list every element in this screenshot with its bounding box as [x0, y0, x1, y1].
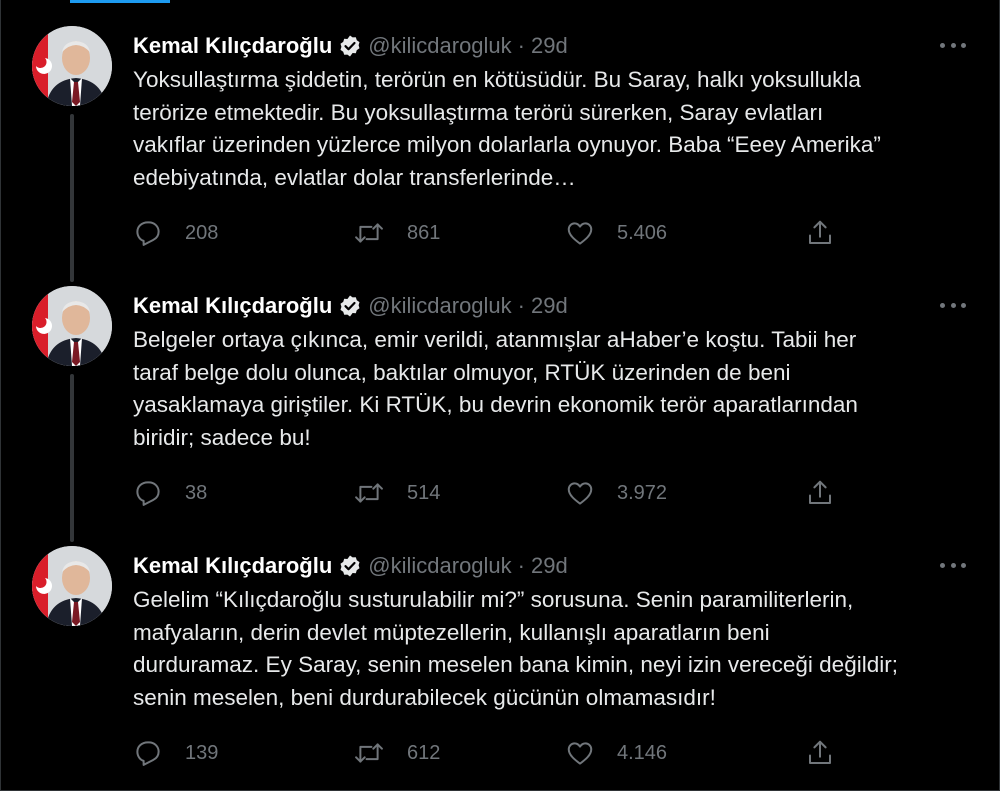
reply-icon	[136, 221, 160, 246]
tweet-header: Kemal Kılıçdaroğlu @kilicdarogluk · 29d	[133, 32, 568, 60]
reply-count: 208	[185, 221, 219, 244]
heart-icon	[567, 222, 593, 245]
tweet-text-line: yasaklamaya giriştiler. Ki RTÜK, bu devr…	[133, 392, 858, 417]
retweet-icon	[355, 483, 383, 503]
retweet-button[interactable]: 514	[353, 478, 440, 508]
share-icon	[809, 220, 831, 244]
reply-icon	[136, 741, 160, 766]
heart-icon	[567, 742, 593, 765]
profile-photo-icon	[32, 26, 112, 106]
author-name[interactable]: Kemal Kılıçdaroğlu	[133, 33, 332, 59]
reply-count: 139	[185, 741, 219, 764]
tweet-header: Kemal Kılıçdaroğlu @kilicdarogluk · 29d	[133, 292, 568, 320]
share-button[interactable]	[805, 478, 835, 508]
tweet-text-line: terörize etmektedir. Bu yoksullaştırma t…	[133, 99, 824, 125]
tweet-text-line: senin meselen, beni durdurabilecek gücün…	[133, 684, 716, 710]
tweet-text-line: vakıflar üzerinden yüzlerce milyon dolar…	[133, 132, 881, 157]
share-icon	[809, 480, 831, 504]
tweet-text-line: Gelelim “Kılıçdaroğlu susturulabilir mi?…	[133, 587, 854, 612]
avatar[interactable]	[32, 26, 112, 106]
tweet-text: Yoksullaştırma şiddetin, terörün en kötü…	[133, 64, 973, 194]
separator-dot: ·	[517, 553, 525, 578]
more-options-icon[interactable]	[940, 296, 966, 314]
action-bar: 208 861 5.406	[133, 218, 833, 248]
timestamp[interactable]: 29d	[531, 553, 568, 579]
separator-dot: ·	[517, 293, 525, 318]
reply-button[interactable]: 208	[133, 218, 218, 248]
retweet-count: 612	[407, 741, 441, 764]
retweet-count: 861	[407, 221, 441, 244]
reply-icon	[136, 481, 160, 506]
more-options-icon[interactable]	[940, 556, 966, 574]
verified-badge-icon	[340, 555, 360, 577]
tweet-text: Belgeler ortaya çıkınca, emir verildi, a…	[133, 324, 973, 454]
tweet-header: Kemal Kılıçdaroğlu @kilicdarogluk · 29d	[133, 552, 568, 580]
share-button[interactable]	[805, 218, 835, 248]
avatar[interactable]	[32, 546, 112, 626]
retweet-icon	[355, 743, 383, 763]
profile-photo-icon	[32, 546, 112, 626]
action-bar: 38 514 3.972	[133, 478, 833, 508]
tweet-text-line: durduramaz. Ey Saray, senin meselen bana…	[133, 652, 898, 677]
profile-photo-icon	[32, 286, 112, 366]
share-button[interactable]	[805, 738, 835, 768]
retweet-count: 514	[407, 481, 441, 504]
author-handle[interactable]: @kilicdarogluk	[368, 553, 511, 579]
like-button[interactable]: 4.146	[565, 738, 667, 768]
verified-badge-icon	[340, 35, 360, 57]
separator-dot: ·	[517, 33, 525, 58]
retweet-button[interactable]: 861	[353, 218, 440, 248]
author-handle[interactable]: @kilicdarogluk	[368, 293, 511, 319]
share-icon	[809, 740, 831, 764]
reply-button[interactable]: 38	[133, 478, 207, 508]
author-name[interactable]: Kemal Kılıçdaroğlu	[133, 293, 332, 319]
like-button[interactable]: 3.972	[565, 478, 667, 508]
tweet[interactable]: Kemal Kılıçdaroğlu @kilicdarogluk · 29d …	[0, 0, 1000, 282]
verified-badge-icon	[340, 295, 360, 317]
retweet-button[interactable]: 612	[353, 738, 440, 768]
timestamp[interactable]: 29d	[531, 293, 568, 319]
heart-icon	[567, 482, 593, 505]
reply-button[interactable]: 139	[133, 738, 218, 768]
tweet-text-line: biridir; sadece bu!	[133, 424, 311, 450]
tweet-text: Gelelim “Kılıçdaroğlu susturulabilir mi?…	[133, 584, 973, 714]
like-count: 3.972	[617, 481, 668, 504]
author-handle[interactable]: @kilicdarogluk	[368, 33, 511, 59]
thread-connector-line	[70, 374, 74, 542]
more-options-icon[interactable]	[940, 36, 966, 54]
thread-connector-line	[70, 114, 74, 282]
action-bar: 139 612 4.146	[133, 738, 833, 768]
like-count: 5.406	[617, 221, 668, 244]
tweet-text-line: mafyaların, derin devlet müptezellerin, …	[133, 619, 770, 645]
tweet[interactable]: Kemal Kılıçdaroğlu @kilicdarogluk · 29d …	[0, 260, 1000, 542]
tweet-text-line: edebiyatında, evlatlar dolar transferler…	[133, 164, 576, 190]
tweet-text-line: taraf belge dolu olunca, baktılar olmuyo…	[133, 359, 791, 385]
like-count: 4.146	[617, 741, 668, 764]
tweet[interactable]: Kemal Kılıçdaroğlu @kilicdarogluk · 29d …	[0, 520, 1000, 780]
reply-count: 38	[185, 481, 208, 504]
tweet-text-line: Belgeler ortaya çıkınca, emir verildi, a…	[133, 327, 857, 352]
avatar[interactable]	[32, 286, 112, 366]
timestamp[interactable]: 29d	[531, 33, 568, 59]
tweet-text-line: Yoksullaştırma şiddetin, terörün en kötü…	[133, 67, 861, 92]
retweet-icon	[355, 223, 383, 243]
like-button[interactable]: 5.406	[565, 218, 667, 248]
author-name[interactable]: Kemal Kılıçdaroğlu	[133, 553, 332, 579]
